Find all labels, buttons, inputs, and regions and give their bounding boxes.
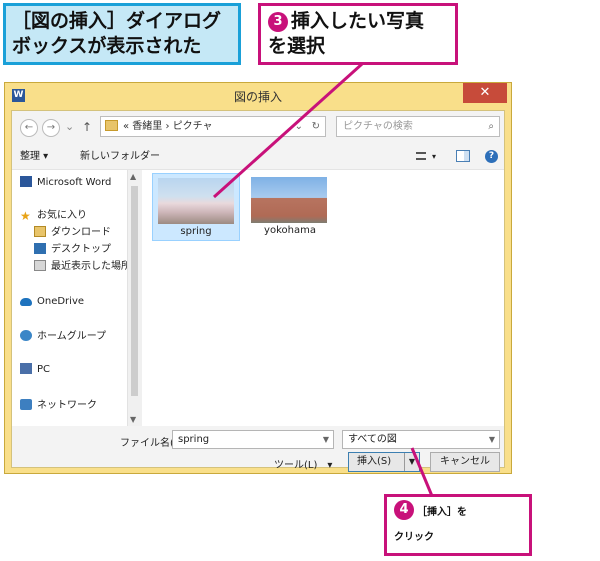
help-icon[interactable]: ? [485, 150, 498, 163]
scrollbar-thumb[interactable] [131, 186, 138, 396]
address-dropdown-icon[interactable]: ⌄ [295, 117, 303, 136]
filename-value: spring [178, 434, 210, 445]
insert-button[interactable]: 挿入(S) ▼ [348, 452, 420, 472]
callout-dialog-shown: ［図の挿入］ダイアログ ボックスが表示された [3, 3, 241, 65]
network-icon [20, 399, 32, 410]
cancel-button[interactable]: キャンセル [430, 452, 500, 472]
callout-step3-line2: を選択 [268, 35, 326, 57]
dialog-title: 図の挿入 [233, 90, 282, 104]
view-dropdown-icon[interactable]: ▾ [432, 145, 436, 169]
folder-icon [105, 120, 118, 131]
callout-step4-line1: ［挿入］を [417, 507, 467, 518]
back-arrow-icon[interactable]: ← [20, 119, 38, 137]
step4-number-badge: 4 [394, 500, 414, 520]
preview-pane-icon[interactable] [456, 150, 470, 162]
file-tile-spring[interactable]: spring [152, 173, 240, 241]
homegroup-icon [20, 330, 32, 341]
close-button[interactable]: ✕ [463, 83, 507, 103]
word-icon [20, 176, 32, 187]
callout-step3-line1: 挿入したい写真 [291, 10, 425, 32]
new-folder-button[interactable]: 新しいフォルダー [80, 145, 160, 169]
callout-step4-line2: クリック [394, 532, 434, 543]
scroll-down-icon[interactable]: ▼ [130, 415, 136, 424]
file-list: spring yokohama [142, 169, 504, 426]
search-placeholder: ピクチャの検索 [343, 121, 413, 132]
nav-item-favorites[interactable]: ★ お気に入り [20, 208, 87, 224]
search-input[interactable]: ピクチャの検索 ⌕ [336, 116, 500, 137]
step3-number-badge: 3 [268, 12, 288, 32]
tools-menu-button[interactable]: ツール(L) ▾ [274, 456, 332, 471]
chevron-down-icon[interactable]: ▼ [489, 431, 495, 448]
nav-item-homegroup[interactable]: ホームグループ [20, 329, 106, 345]
navigation-pane: Microsoft Word ★ お気に入り ダウンロード デスクトップ 最近表示… [12, 169, 142, 426]
recent-places-icon [34, 260, 46, 271]
nav-item-pc[interactable]: PC [20, 362, 50, 378]
organize-menu-button[interactable]: 整理 ▾ [20, 145, 48, 169]
forward-arrow-icon[interactable]: → [42, 119, 60, 137]
command-bar: 整理 ▾ 新しいフォルダー ▾ ? [12, 145, 504, 169]
pc-icon [20, 363, 32, 374]
file-type-select[interactable]: すべての図 ▼ [342, 430, 500, 449]
scroll-up-icon[interactable]: ▲ [130, 172, 136, 181]
callout-dialog-shown-line2: ボックスが表示された [12, 35, 202, 57]
dialog-footer: ファイル名(N): spring ▼ すべての図 ▼ ツール(L) ▾ 挿入(S… [12, 426, 504, 472]
navigation-scrollbar[interactable]: ▲ ▼ [127, 170, 142, 426]
search-icon[interactable]: ⌕ [488, 117, 494, 136]
dialog-titlebar[interactable]: W 図の挿入 ✕ [5, 83, 511, 109]
nav-item-recent-places[interactable]: 最近表示した場所 [34, 259, 131, 275]
view-options-icon[interactable] [416, 152, 426, 160]
file-name-label: yokohama [264, 225, 316, 236]
insert-button-label: 挿入(S) [357, 456, 392, 467]
callout-step3: 3 挿入したい写真 を選択 [258, 3, 458, 65]
nav-item-desktop[interactable]: デスクトップ [34, 242, 111, 258]
onedrive-icon [20, 298, 32, 306]
nav-item-network[interactable]: ネットワーク [20, 398, 97, 414]
breadcrumb[interactable]: « 香緒里 › ピクチャ [123, 117, 213, 136]
nav-item-onedrive[interactable]: OneDrive [20, 294, 84, 310]
file-type-value: すべての図 [348, 434, 397, 445]
nav-item-downloads[interactable]: ダウンロード [34, 225, 111, 241]
nav-item-microsoft-word[interactable]: Microsoft Word [20, 175, 111, 191]
up-arrow-icon[interactable]: ↑ [82, 120, 92, 134]
filename-input[interactable]: spring ▼ [172, 430, 334, 449]
spring-thumbnail [158, 178, 234, 224]
file-name-label: spring [180, 226, 212, 237]
star-icon: ★ [20, 209, 31, 223]
download-folder-icon [34, 226, 46, 237]
desktop-icon [34, 243, 46, 254]
recent-locations-chevron-icon[interactable]: ⌄ [65, 120, 74, 133]
refresh-icon[interactable]: ↻ [312, 117, 320, 136]
address-bar[interactable]: « 香緒里 › ピクチャ ⌄ ↻ [100, 116, 326, 137]
chevron-down-icon[interactable]: ▼ [323, 431, 329, 448]
yokohama-thumbnail [251, 177, 327, 223]
insert-picture-dialog: W 図の挿入 ✕ ← → ⌄ ↑ « 香緒里 › ピクチャ ⌄ ↻ ピクチャの検… [4, 82, 512, 474]
insert-options-chevron-icon[interactable]: ▼ [404, 453, 419, 471]
callout-dialog-shown-line1: ［図の挿入］ダイアログ [12, 10, 222, 32]
dialog-body: ← → ⌄ ↑ « 香緒里 › ピクチャ ⌄ ↻ ピクチャの検索 ⌕ 整理 ▾ … [11, 110, 505, 472]
callout-step4: 4 ［挿入］を クリック [384, 494, 532, 556]
file-tile-yokohama[interactable]: yokohama [246, 173, 334, 241]
